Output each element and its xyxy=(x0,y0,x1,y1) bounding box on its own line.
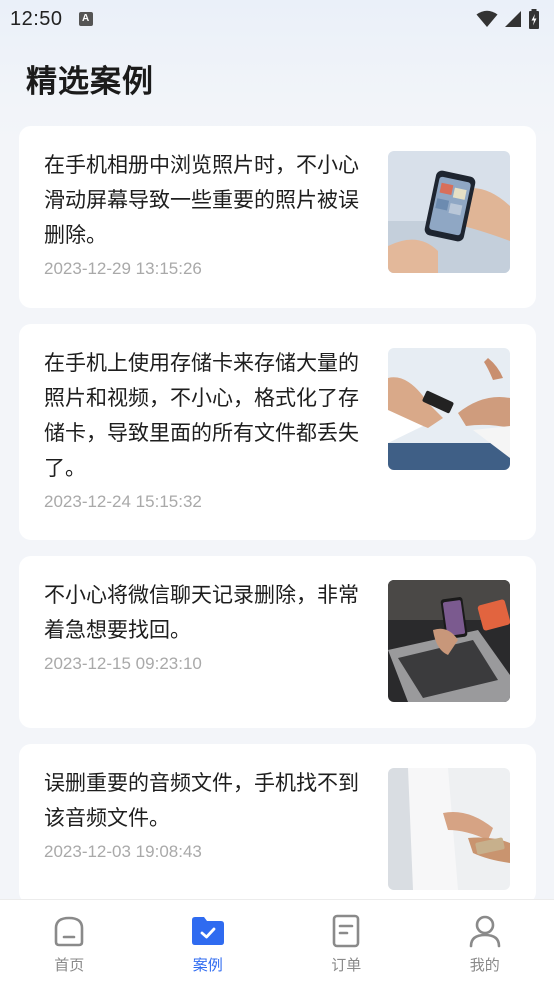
folder-check-icon xyxy=(191,917,224,945)
case-text: 在手机相册中浏览照片时，不小心滑动屏幕导致一些重要的照片被误删除。 xyxy=(44,153,359,247)
order-icon xyxy=(332,914,360,948)
case-card[interactable]: 误删重要的音频文件，手机找不到该音频文件。 2023-12-03 19:08:4… xyxy=(19,744,536,904)
notification-icon: A xyxy=(78,12,93,26)
case-card[interactable]: 在手机上使用存储卡来存储大量的照片和视频，不小心，格式化了存储卡，导致里面的所有… xyxy=(19,324,536,540)
status-bar: 12:50 A xyxy=(0,0,554,38)
bottom-tab-bar: 首页 案例 订单 我的 xyxy=(0,899,554,985)
tab-cases[interactable]: 案例 xyxy=(139,900,278,985)
home-icon xyxy=(54,916,84,947)
case-text: 误删重要的音频文件，手机找不到该音频文件。 xyxy=(44,771,359,830)
case-date: 2023-12-24 15:15:32 xyxy=(44,492,202,511)
signal-icon xyxy=(505,11,521,27)
case-list: 在手机相册中浏览照片时，不小心滑动屏幕导致一些重要的照片被误删除。 2023-1… xyxy=(19,126,536,920)
case-thumbnail xyxy=(388,151,510,273)
tab-home-label: 首页 xyxy=(54,956,85,974)
page-title: 精选案例 xyxy=(26,64,154,100)
case-thumbnail xyxy=(388,768,510,890)
tab-orders-label: 订单 xyxy=(331,956,362,974)
case-card[interactable]: 不小心将微信聊天记录删除，非常着急想要找回。 2023-12-15 09:23:… xyxy=(19,556,536,728)
tab-cases-label: 案例 xyxy=(192,956,223,974)
tab-mine-label: 我的 xyxy=(469,956,500,974)
tab-orders[interactable]: 订单 xyxy=(277,900,416,985)
case-text: 在手机上使用存储卡来存储大量的照片和视频，不小心，格式化了存储卡，导致里面的所有… xyxy=(44,351,359,480)
status-icons xyxy=(476,9,540,29)
case-card[interactable]: 在手机相册中浏览照片时，不小心滑动屏幕导致一些重要的照片被误删除。 2023-1… xyxy=(19,126,536,308)
user-icon xyxy=(469,915,501,948)
tab-home[interactable]: 首页 xyxy=(0,900,139,985)
wifi-icon xyxy=(476,10,498,27)
case-thumbnail xyxy=(388,580,510,702)
case-text: 不小心将微信聊天记录删除，非常着急想要找回。 xyxy=(44,583,359,642)
tab-mine[interactable]: 我的 xyxy=(416,900,554,985)
case-thumbnail xyxy=(388,348,510,470)
battery-icon xyxy=(529,9,539,29)
status-time: 12:50 xyxy=(10,7,63,30)
